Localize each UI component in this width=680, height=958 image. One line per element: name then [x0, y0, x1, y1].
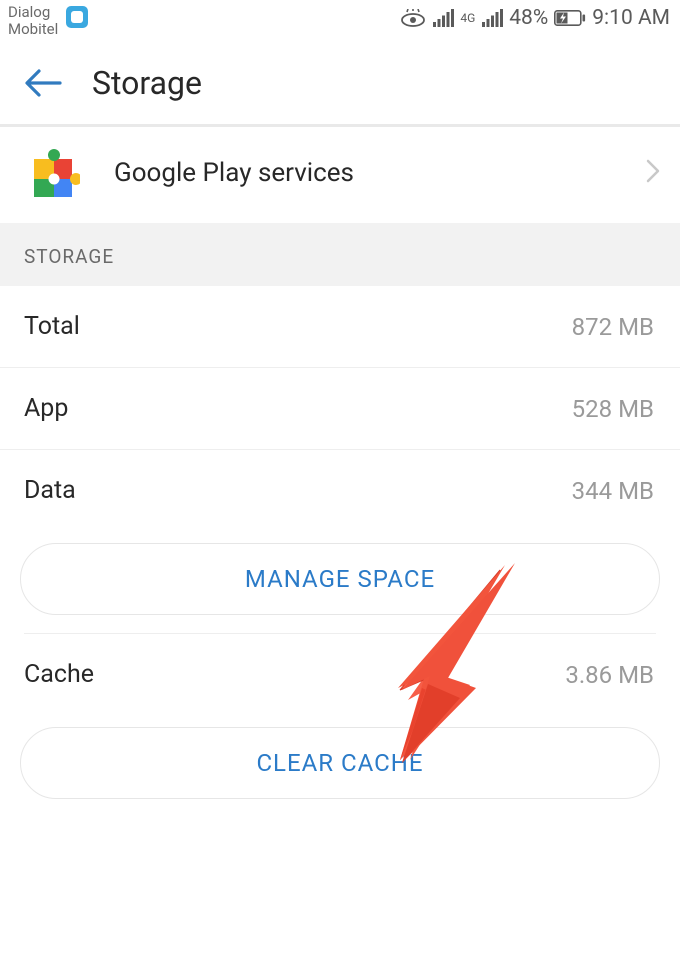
row-app: App 528 MB [0, 368, 680, 450]
carrier-line2: Mobitel [8, 21, 58, 38]
row-cache-value: 3.86 MB [565, 661, 654, 689]
battery-icon [554, 10, 586, 26]
app-badge-icon [66, 6, 88, 28]
row-data-label: Data [24, 476, 76, 505]
row-app-value: 528 MB [572, 395, 654, 423]
clear-cache-wrap: CLEAR CACHE [0, 715, 680, 813]
row-total-label: Total [24, 312, 80, 341]
row-total: Total 872 MB [0, 286, 680, 368]
app-name: Google Play services [114, 158, 612, 188]
manage-space-wrap: MANAGE SPACE [0, 531, 680, 629]
manage-space-button[interactable]: MANAGE SPACE [20, 543, 660, 615]
row-total-value: 872 MB [572, 313, 654, 341]
eye-icon [400, 9, 426, 27]
status-right: 4G 48% 9:10 AM [400, 6, 670, 30]
status-left: Dialog Mobitel [8, 4, 88, 38]
page-title: Storage [92, 64, 202, 102]
clock-time: 9:10 AM [592, 6, 670, 30]
storage-list: Total 872 MB App 528 MB Data 344 MB MANA… [0, 286, 680, 813]
row-data: Data 344 MB [0, 450, 680, 531]
row-data-value: 344 MB [572, 477, 654, 505]
carrier-name: Dialog Mobitel [8, 4, 58, 38]
status-bar: Dialog Mobitel 4G [0, 0, 680, 40]
back-button[interactable] [24, 68, 62, 98]
page-header: Storage [0, 40, 680, 124]
signal-bars-icon [432, 9, 454, 27]
clear-cache-button[interactable]: CLEAR CACHE [20, 727, 660, 799]
arrow-left-icon [24, 68, 62, 98]
network-4g-label: 4G [460, 13, 475, 23]
row-cache-label: Cache [24, 660, 94, 689]
app-info-row[interactable]: Google Play services [0, 127, 680, 223]
battery-percent: 48% [509, 6, 548, 30]
row-cache: Cache 3.86 MB [0, 634, 680, 715]
signal-bars-icon-2 [481, 9, 503, 27]
section-header-storage: STORAGE [0, 223, 680, 286]
row-app-label: App [24, 394, 68, 423]
google-play-services-icon [24, 145, 80, 201]
chevron-right-icon [646, 159, 660, 187]
carrier-line1: Dialog [8, 4, 58, 21]
